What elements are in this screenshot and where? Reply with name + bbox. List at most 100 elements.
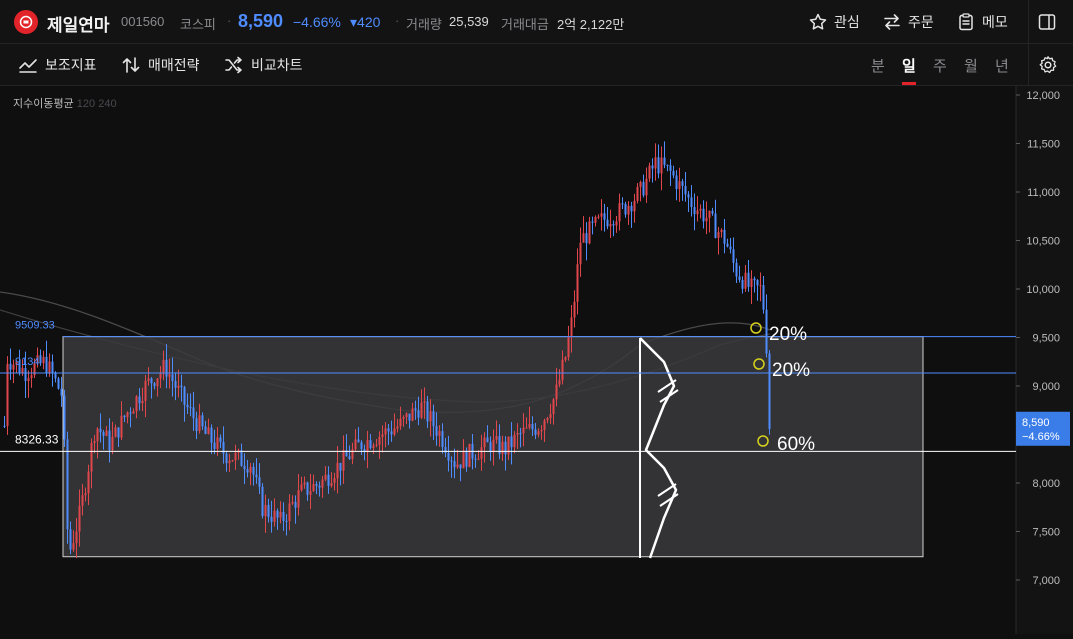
candle-up [354,439,357,450]
candle-down [327,474,330,486]
candle-up [678,181,681,190]
candle-up [480,447,483,459]
candle-up [381,434,384,437]
candle-down [768,353,771,429]
candle-up [720,229,723,233]
side-panel-toggle[interactable] [1037,11,1057,33]
candle-up [288,503,291,522]
memo-button[interactable]: 메모 [956,11,1008,33]
period-week[interactable]: 주 [933,55,947,76]
candle-up [309,491,312,495]
candle-up [516,433,519,435]
candle-up [423,401,426,403]
candle-down [219,437,222,443]
candle-up [126,412,129,418]
candle-up [384,428,387,435]
current-price-tag-price: 8,590 [1022,417,1050,429]
candle-down [606,219,609,227]
candle-down [174,381,177,388]
period-day[interactable]: 일 [902,55,916,76]
candle-down [210,427,213,443]
candle-down [117,427,120,438]
candle-down [534,429,537,435]
candle-down [504,441,507,455]
candlestick-chart[interactable]: 9509.33 9134 8326.33 12,000 11,500 11,000 10,… [0,86,1073,634]
candle-up [477,458,480,460]
candle-down [108,430,111,451]
candle-down [624,203,627,215]
candle-up [336,462,339,479]
candle-down [408,413,411,421]
candle-up [570,317,573,338]
candle-down [201,415,204,427]
candle-down [315,483,318,486]
period-month[interactable]: 월 [964,55,978,76]
candle-up [168,374,171,377]
price-chart[interactable]: 9509.33 9134 8326.33 12,000 11,500 11,000 10,… [0,86,1073,634]
candle-down [60,388,63,396]
candle-down [417,410,420,418]
period-minute[interactable]: 분 [871,55,885,76]
current-price-tag-change: −4.66% [1022,431,1060,443]
candle-up [198,415,201,431]
level-label-upper: 9509.33 [15,320,55,332]
candle-down [195,418,198,431]
y-tick-label: 11,500 [1027,139,1060,151]
candle-down [681,181,684,186]
candle-up [396,426,399,429]
candle-down [246,469,249,473]
candle-down [66,439,69,530]
candle-up [378,436,381,445]
candle-down [591,221,594,223]
candle-up [600,213,603,217]
candle-up [699,208,702,211]
candle-down [9,363,12,370]
shuffle-icon [225,56,242,74]
y-tick-label: 7,500 [1032,527,1060,539]
candle-down [747,272,750,287]
candle-up [750,278,753,287]
candle-up [393,428,396,435]
swap-arrows-icon [884,14,900,30]
candle-down [222,442,225,454]
candle-down [282,511,285,521]
candle-up [234,452,237,461]
sidebar-icon [1038,14,1056,30]
candle-up [615,221,618,226]
candle-up [558,380,561,385]
candle-up [78,505,81,532]
candle-down [630,205,633,212]
indicator-button[interactable]: 보조지표 [18,55,97,75]
candle-down [102,432,105,436]
candle-up [564,357,567,360]
change-percent: −4.66% [293,14,341,30]
company-logo [14,10,38,34]
y-axis-area [1016,86,1073,634]
candle-down [447,452,450,461]
watchlist-button[interactable]: 관심 [808,11,860,33]
chart-settings-button[interactable] [1038,55,1058,75]
candle-down [702,208,705,222]
y-tick-label: 7,000 [1032,575,1060,587]
candle-up [579,242,582,265]
candle-up [324,474,327,480]
candle-up [525,427,528,429]
candle-up [147,378,150,381]
star-icon [809,13,827,30]
candle-up [300,484,303,491]
candle-down [426,401,429,422]
compare-button[interactable]: 비교차트 [224,55,303,75]
candle-down [735,262,738,277]
strategy-button[interactable]: 매매전략 [121,55,200,75]
compare-label: 비교차트 [251,57,303,73]
candle-up [96,428,99,442]
candle-up [501,441,504,455]
candle-up [513,434,516,448]
order-button[interactable]: 주문 [882,11,934,33]
candle-down [225,453,228,464]
candle-down [360,442,363,450]
candle-down [714,213,717,238]
candle-down [672,170,675,176]
candle-up [87,471,90,494]
period-year[interactable]: 년 [995,55,1009,76]
